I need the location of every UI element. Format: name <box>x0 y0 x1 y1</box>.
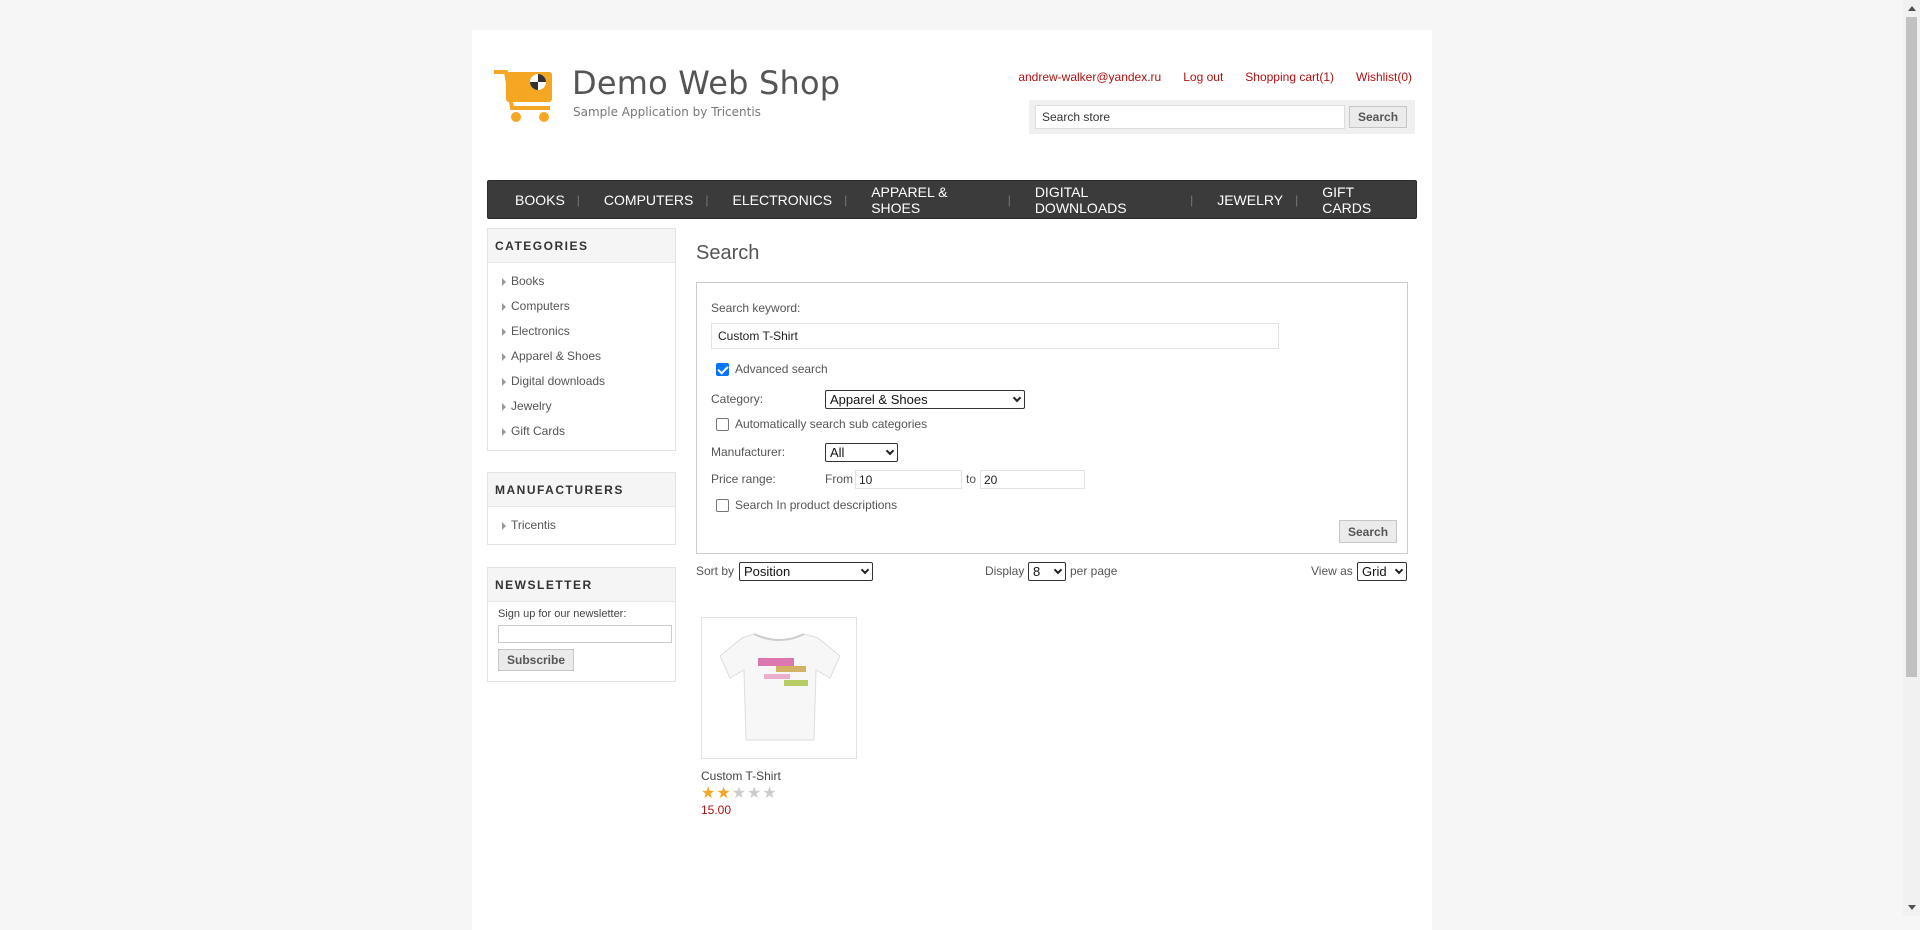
star-filled-icon: ★ <box>701 785 716 802</box>
star-filled-icon: ★ <box>716 785 731 802</box>
manufacturer-label: Manufacturer: <box>711 445 786 459</box>
sort-by-label: Sort by <box>696 564 735 578</box>
chevron-down-icon <box>1394 565 1404 574</box>
category-digital-downloads[interactable]: Digital downloads <box>502 369 675 394</box>
manufacturers-block: MANUFACTURERS Tricentis <box>487 472 676 545</box>
price-range-label: Price range: <box>711 472 776 486</box>
star-empty-icon: ★ <box>762 785 777 802</box>
arrow-right-icon <box>502 352 506 361</box>
per-page-label: per page <box>1070 564 1118 578</box>
top-menu-digital-downloads[interactable]: DIGITAL DOWNLOADS | <box>1023 184 1205 216</box>
menu-separator: | <box>844 192 848 207</box>
search-form: Search keyword: Advanced search Category… <box>696 282 1408 554</box>
arrow-right-icon <box>502 302 506 311</box>
chevron-down-icon <box>885 446 895 455</box>
arrow-right-icon <box>502 377 506 386</box>
category-label: Category: <box>711 392 764 406</box>
sort-by-select[interactable]: Position <box>739 562 873 581</box>
view-mode-select[interactable]: Grid <box>1357 562 1407 581</box>
newsletter-email-input[interactable] <box>498 625 672 643</box>
category-apparel-shoes[interactable]: Apparel & Shoes <box>502 344 675 369</box>
newsletter-title: NEWSLETTER <box>488 568 675 602</box>
categories-block: CATEGORIES Books Computers Electronics A… <box>487 228 676 451</box>
product-title[interactable]: Custom T-Shirt <box>701 769 781 783</box>
price-from-label: From <box>825 472 853 486</box>
newsletter-label: Sign up for our newsletter: <box>498 608 627 620</box>
top-menu-jewelry[interactable]: JEWELRY | <box>1205 192 1310 208</box>
menu-separator: | <box>1190 192 1194 207</box>
scroll-down-icon[interactable] <box>1908 905 1916 910</box>
top-menu-apparel-shoes[interactable]: APPAREL & SHOES | <box>859 184 1023 216</box>
chevron-down-icon <box>1012 393 1022 402</box>
arrow-right-icon <box>502 521 506 530</box>
advanced-search-button[interactable]: Search <box>1339 520 1398 543</box>
menu-separator: | <box>1007 192 1011 207</box>
top-menu-books[interactable]: BOOKS | <box>503 192 592 208</box>
sub-categories-label: Automatically search sub categories <box>735 417 928 431</box>
menu-separator: | <box>705 192 709 207</box>
arrow-right-icon <box>502 402 506 411</box>
chevron-down-icon <box>1053 565 1063 574</box>
category-jewelry[interactable]: Jewelry <box>502 394 675 419</box>
advanced-search-label: Advanced search <box>735 362 828 376</box>
store-search: Search <box>1029 100 1415 134</box>
search-descriptions-label: Search In product descriptions <box>735 498 898 512</box>
price-to-input[interactable] <box>980 470 1085 489</box>
store-search-button[interactable]: Search <box>1349 106 1408 128</box>
top-menu-electronics[interactable]: ELECTRONICS | <box>721 192 860 208</box>
master-wrapper: Demo Web Shop Sample Application by Tric… <box>472 30 1432 930</box>
store-search-input[interactable] <box>1035 105 1345 129</box>
category-books[interactable]: Books <box>502 269 675 294</box>
store-name[interactable]: Demo Web Shop <box>572 64 840 102</box>
price-from-input[interactable] <box>855 470 962 489</box>
search-keyword-label: Search keyword: <box>711 301 801 315</box>
store-tagline: Sample Application by Tricentis <box>573 105 761 119</box>
menu-separator: | <box>1295 192 1299 207</box>
advanced-search-checkbox[interactable] <box>716 363 729 376</box>
header-links: andrew-walker@yandex.ru Log out Shopping… <box>1018 70 1412 84</box>
menu-separator: | <box>576 192 580 207</box>
manufacturer-tricentis[interactable]: Tricentis <box>502 513 675 538</box>
category-select[interactable]: Apparel & Shoes <box>825 390 1025 409</box>
star-empty-icon: ★ <box>747 785 762 802</box>
scrollbar-thumb[interactable] <box>1906 17 1917 677</box>
product-price: 15.00 <box>701 803 732 817</box>
top-menu: BOOKS | COMPUTERS | ELECTRONICS | APPAREL &… <box>487 180 1417 219</box>
product-image[interactable] <box>701 617 857 759</box>
search-keyword-input[interactable] <box>711 323 1279 349</box>
newsletter-block: NEWSLETTER Sign up for our newsletter: S… <box>487 567 676 682</box>
star-empty-icon: ★ <box>731 785 747 802</box>
manufacturer-select[interactable]: All <box>825 443 898 462</box>
page-title: Search <box>696 242 760 264</box>
logout-link[interactable]: Log out <box>1183 70 1223 84</box>
categories-title: CATEGORIES <box>488 229 675 263</box>
shopping-cart-link[interactable]: Shopping cart(1) <box>1245 70 1334 84</box>
page-scrollbar[interactable] <box>1903 0 1920 916</box>
manufacturers-title: MANUFACTURERS <box>488 473 675 507</box>
wishlist-link[interactable]: Wishlist(0) <box>1356 70 1412 84</box>
product-rating: ★ ★ ★ ★ ★ <box>701 786 777 802</box>
arrow-right-icon <box>502 327 506 336</box>
subscribe-button[interactable]: Subscribe <box>498 649 575 671</box>
display-label: Display <box>985 564 1025 578</box>
arrow-right-icon <box>502 427 506 436</box>
category-gift-cards[interactable]: Gift Cards <box>502 419 675 444</box>
search-descriptions-checkbox[interactable] <box>716 499 729 512</box>
view-as-label: View as <box>1311 564 1353 578</box>
chevron-down-icon <box>860 565 870 574</box>
top-menu-gift-cards[interactable]: GIFT CARDS <box>1310 184 1416 216</box>
sub-categories-checkbox[interactable] <box>716 418 729 431</box>
account-link[interactable]: andrew-walker@yandex.ru <box>1018 70 1161 84</box>
top-menu-computers[interactable]: COMPUTERS | <box>592 192 721 208</box>
category-electronics[interactable]: Electronics <box>502 319 675 344</box>
category-computers[interactable]: Computers <box>502 294 675 319</box>
arrow-right-icon <box>502 277 506 286</box>
scroll-up-icon[interactable] <box>1908 6 1916 11</box>
cart-logo-icon[interactable] <box>492 66 558 124</box>
price-to-label: to <box>966 472 977 486</box>
page-size-select[interactable]: 8 <box>1028 562 1066 581</box>
